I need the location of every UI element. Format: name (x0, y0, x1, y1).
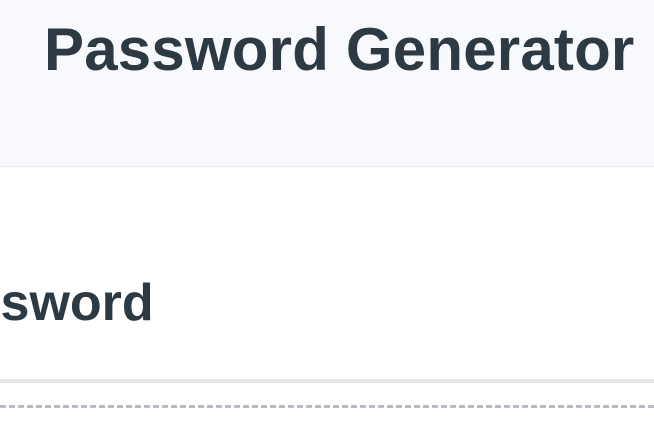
password-card: Password (0, 168, 654, 426)
page-title: Password Generator (44, 16, 635, 83)
password-section-title: Password (0, 274, 154, 332)
app-page: Password Generator Password (0, 0, 654, 426)
card-divider (0, 379, 654, 383)
app-header: Password Generator (0, 0, 654, 167)
password-output-border (0, 405, 654, 408)
